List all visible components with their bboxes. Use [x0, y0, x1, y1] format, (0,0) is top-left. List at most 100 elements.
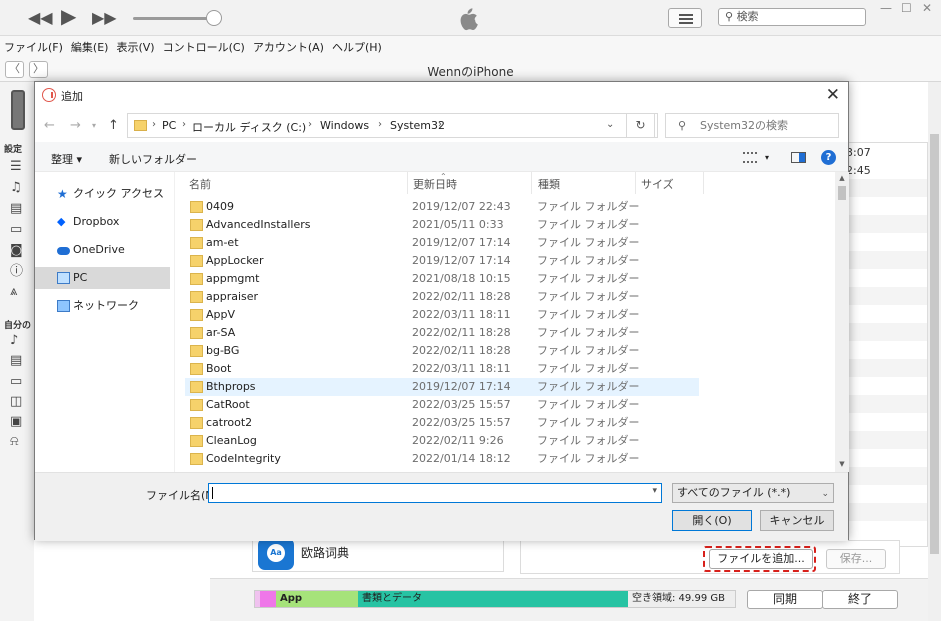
file-row[interactable]: Boot 2022/03/11 18:11 ファイル フォルダー	[185, 360, 699, 378]
menu-controls[interactable]: コントロール(C)	[159, 36, 249, 55]
computer-icon	[57, 272, 70, 284]
breadcrumb-item[interactable]: ローカル ディスク (C:)	[192, 119, 306, 135]
fast-forward-icon[interactable]: ▶▶	[92, 8, 117, 28]
dialog-close-icon[interactable]: ✕	[826, 85, 840, 105]
nav-label: クイック アクセス	[73, 187, 164, 200]
done-button[interactable]: 終了	[822, 590, 898, 609]
itunes-scrollbar[interactable]	[928, 82, 941, 621]
nav-quick-access[interactable]: ★ クイック アクセス	[35, 183, 170, 205]
open-button[interactable]: 開く(O)	[672, 510, 752, 531]
save-button[interactable]: 保存...	[826, 549, 886, 569]
file-row[interactable]: ar-SA 2022/02/11 18:28 ファイル フォルダー	[185, 324, 699, 342]
cancel-button[interactable]: キャンセル	[760, 510, 834, 531]
column-modified[interactable]: 更新日時	[413, 176, 457, 192]
scroll-thumb[interactable]	[838, 186, 846, 200]
app-name[interactable]: 欧路词典	[301, 544, 349, 561]
filetype-select[interactable]: すべてのファイル (*.*) ⌄	[672, 483, 834, 503]
volume-knob[interactable]	[206, 10, 222, 26]
breadcrumb-item[interactable]: System32	[390, 119, 445, 132]
address-bar[interactable]: › PC › ローカル ディスク (C:) › Windows › System…	[127, 113, 658, 138]
file-row[interactable]: appraiser 2022/02/11 18:28 ファイル フォルダー	[185, 288, 699, 306]
menu-help[interactable]: ヘルプ(H)	[328, 36, 386, 55]
file-row[interactable]: CleanLog 2022/02/11 9:26 ファイル フォルダー	[185, 432, 699, 450]
breadcrumb-item[interactable]: Windows	[320, 119, 369, 132]
info-icon[interactable]: ⓘ	[10, 265, 24, 279]
device-movies-icon[interactable]: ▤	[10, 354, 24, 368]
file-row[interactable]: am-et 2019/12/07 17:14 ファイル フォルダー	[185, 234, 699, 252]
rewind-icon[interactable]: ◀◀	[28, 8, 53, 28]
folder-icon	[190, 201, 203, 213]
filename-input[interactable]: ▾	[208, 483, 662, 503]
scroll-down-icon[interactable]: ▼	[835, 460, 849, 468]
help-icon[interactable]: ?	[821, 150, 836, 165]
refresh-icon[interactable]: ↻	[626, 113, 655, 138]
dialog-footer: ファイル名(N): ▾ すべてのファイル (*.*) ⌄ 開く(O) キャンセル	[35, 472, 848, 541]
nav-dropbox[interactable]: ◆ Dropbox	[35, 211, 170, 233]
time-value: 3:07	[846, 146, 871, 159]
search-placeholder: 検索	[736, 10, 759, 23]
folder-icon	[190, 381, 203, 393]
device-tv-icon[interactable]: ▭	[10, 375, 24, 389]
eudic-app-icon[interactable]: Aa	[258, 538, 294, 570]
file-row[interactable]: bg-BG 2022/02/11 18:28 ファイル フォルダー	[185, 342, 699, 360]
column-type[interactable]: 種類	[538, 176, 560, 192]
sync-button[interactable]: 同期	[747, 590, 823, 609]
breadcrumb-item[interactable]: PC	[162, 119, 176, 132]
file-row[interactable]: appmgmt 2021/08/18 10:15 ファイル フォルダー	[185, 270, 699, 288]
scroll-up-icon[interactable]: ▲	[835, 174, 849, 182]
nav-onedrive[interactable]: OneDrive	[35, 239, 170, 261]
nav-network[interactable]: ネットワーク	[35, 295, 170, 317]
file-list-scrollbar[interactable]: ▲ ▼	[835, 172, 849, 472]
tv-icon[interactable]: ▭	[10, 223, 24, 237]
menu-view[interactable]: 表示(V)	[112, 36, 158, 55]
movies-icon[interactable]: ▤	[10, 202, 24, 216]
folder-icon	[190, 273, 203, 285]
chevron-down-icon[interactable]: ⌄	[606, 119, 614, 130]
volume-slider[interactable]	[133, 17, 215, 20]
view-options-icon[interactable]	[743, 152, 757, 163]
back-arrow-icon[interactable]: ←	[44, 118, 55, 133]
device-books-icon[interactable]: ◫	[10, 395, 24, 409]
file-row[interactable]: CodeIntegrity 2022/01/14 18:12 ファイル フォルダー	[185, 450, 699, 468]
file-row-hovered[interactable]: Bthprops 2019/12/07 17:14 ファイル フォルダー	[185, 378, 699, 396]
chevron-down-icon[interactable]: ▾	[652, 486, 657, 496]
close-icon[interactable]: ✕	[922, 1, 932, 15]
file-row[interactable]: 0409 2019/12/07 22:43 ファイル フォルダー	[185, 198, 699, 216]
itunes-search-input[interactable]: ⚲ 検索	[718, 8, 866, 26]
minimize-icon[interactable]: —	[880, 1, 892, 15]
maximize-icon[interactable]: ☐	[901, 1, 912, 15]
list-view-button[interactable]	[668, 8, 702, 28]
menu-edit[interactable]: 編集(E)	[67, 36, 113, 55]
nav-pc[interactable]: PC	[35, 267, 170, 289]
file-sharing-icon[interactable]: ⩓	[10, 285, 24, 299]
device-tones-icon[interactable]: ⍾	[10, 435, 24, 449]
summary-icon[interactable]: ☰	[10, 160, 24, 174]
up-arrow-icon[interactable]: ↑	[108, 118, 119, 133]
photos-icon[interactable]: ◙	[10, 244, 24, 258]
music-icon[interactable]: ♫	[10, 181, 24, 195]
file-row[interactable]: AdvancedInstallers 2021/05/11 0:33 ファイル フォ…	[185, 216, 699, 234]
organize-button[interactable]: 整理 ▾	[51, 151, 82, 167]
forward-arrow-icon[interactable]: →	[70, 118, 81, 133]
folder-icon	[190, 363, 203, 375]
play-icon[interactable]: ▶	[61, 6, 76, 26]
recent-locations-icon[interactable]: ▾	[92, 121, 96, 130]
view-dropdown-icon[interactable]: ▾	[765, 153, 769, 162]
iphone-icon[interactable]	[11, 90, 25, 130]
file-row[interactable]: AppLocker 2019/12/07 17:14 ファイル フォルダー	[185, 252, 699, 270]
folder-icon	[190, 453, 203, 465]
file-row[interactable]: AppV 2022/03/11 18:11 ファイル フォルダー	[185, 306, 699, 324]
file-row[interactable]: catroot2 2022/03/25 15:57 ファイル フォルダー	[185, 414, 699, 432]
new-folder-button[interactable]: 新しいフォルダー	[109, 151, 197, 167]
folder-search-input[interactable]: ⚲ System32の検索	[665, 113, 839, 138]
device-audiobooks-icon[interactable]: ▣	[10, 415, 24, 429]
preview-pane-icon[interactable]	[791, 152, 806, 163]
device-music-icon[interactable]: ♪	[10, 334, 24, 348]
folder-icon	[190, 435, 203, 447]
file-row[interactable]: CatRoot 2022/03/25 15:57 ファイル フォルダー	[185, 396, 699, 414]
menu-file[interactable]: ファイル(F)	[0, 36, 67, 55]
column-size[interactable]: サイズ	[641, 176, 674, 192]
folder-icon	[134, 120, 147, 131]
column-name[interactable]: 名前	[189, 176, 211, 192]
menu-account[interactable]: アカウント(A)	[249, 36, 328, 55]
